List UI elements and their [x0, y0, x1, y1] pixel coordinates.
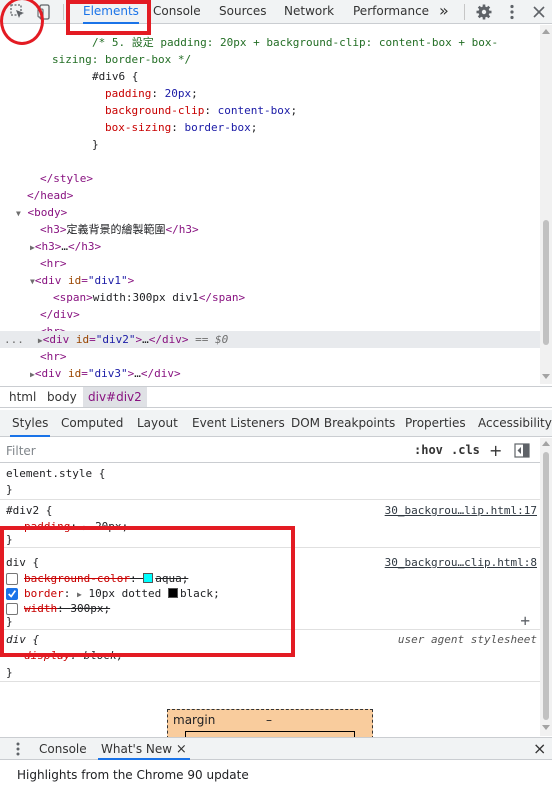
rule-source-user-agent: user agent stylesheet — [397, 633, 537, 646]
dom-line-h3[interactable]: <h3>定義背景的繪製範圍</h3> — [0, 221, 540, 238]
kebab-menu-icon[interactable] — [503, 3, 521, 21]
dom-line-span[interactable]: <span>width:300px div1</span> — [0, 289, 540, 306]
dom-line-div1[interactable]: ▼<div id="div1"> — [0, 272, 540, 289]
head-close-tag: </head> — [27, 189, 74, 202]
dom-line[interactable]: /* 5. 設定 padding: 20px + background-clip… — [0, 34, 540, 51]
dom-scrollbar[interactable] — [540, 25, 552, 384]
scroll-down-arrow-icon[interactable] — [542, 725, 550, 730]
expanded-triangle-icon[interactable]: ▼ — [16, 209, 21, 218]
css-comment: /* 5. 設定 padding: 20px + background-clip… — [92, 36, 499, 49]
breadcrumb-item-div2[interactable]: div#div2 — [83, 387, 147, 407]
close-tab-icon[interactable]: × — [176, 742, 187, 757]
h3-text: 定義背景的繪製範圍 — [66, 223, 166, 236]
dom-line-hr[interactable]: <hr> — [0, 255, 540, 272]
span-text: width:300px div1 — [92, 291, 199, 304]
gear-icon[interactable] — [475, 3, 493, 21]
add-declaration-button[interactable]: + — [520, 611, 530, 630]
more-tabs-button[interactable]: » — [439, 0, 449, 24]
dom-line[interactable]: </style> — [0, 170, 540, 187]
class-toggle-button[interactable]: .cls — [451, 442, 480, 459]
hover-state-button[interactable]: :hov — [414, 442, 443, 459]
dom-line[interactable]: </div> — [0, 306, 540, 323]
drawer-tab-whats-new[interactable]: What's New × — [98, 738, 190, 760]
tab-sources[interactable]: Sources — [219, 0, 266, 24]
annotation-box-elements-tab — [66, 0, 151, 35]
css-value: border-box — [184, 121, 251, 134]
dom-tree: /* 5. 設定 padding: 20px + background-clip… — [0, 25, 540, 384]
breadcrumb-item-html[interactable]: html — [4, 387, 41, 407]
css-comment: sizing: border-box */ — [52, 53, 192, 66]
dom-line-div2-selected[interactable]: ... ▶<div id="div2">…</div> == $0 — [0, 331, 540, 348]
close-icon[interactable] — [530, 3, 548, 21]
tab-dom-breakpoints[interactable]: DOM Breakpoints — [291, 410, 395, 437]
scroll-down-arrow-icon[interactable] — [542, 374, 550, 379]
dom-line[interactable]: background-clip: content-box; — [0, 102, 540, 119]
css-value: content-box — [217, 104, 291, 117]
selected-marker: == $0 — [195, 333, 229, 346]
breadcrumb: html body div#div2 — [0, 386, 552, 408]
css-value: 20px — [164, 87, 192, 100]
dom-line-body[interactable]: ▼ <body> — [0, 204, 540, 221]
rule-source-link[interactable]: 30_backgrou…clip.html:8 — [385, 555, 537, 571]
dom-line[interactable]: box-sizing: border-box; — [0, 119, 540, 136]
tab-performance[interactable]: Performance — [353, 0, 429, 24]
drawer-tab-bar: Console What's New × × — [0, 737, 552, 760]
toggle-sidebar-icon[interactable] — [514, 443, 530, 458]
whats-new-highlight: Highlights from the Chrome 90 update — [17, 768, 249, 782]
dom-line[interactable]: #div6 { — [0, 68, 540, 85]
box-model-margin-value[interactable]: – — [266, 713, 272, 727]
filter-input[interactable] — [6, 442, 386, 459]
scroll-up-arrow-icon[interactable] — [542, 29, 550, 34]
css-brace: } — [92, 138, 99, 151]
rule-source-link[interactable]: 30_backgrou…lip.html:17 — [385, 503, 537, 519]
tab-accessibility[interactable]: Accessibility — [478, 410, 552, 437]
styles-filter-bar: :hov .cls + — [0, 438, 540, 463]
rule-brace: } — [6, 483, 13, 496]
drawer-content: Highlights from the Chrome 90 update — [0, 761, 552, 796]
css-property: background-clip — [105, 104, 205, 117]
style-close-tag: </style> — [40, 172, 93, 185]
dom-line[interactable]: padding: 20px; — [0, 85, 540, 102]
toolbar-separator — [63, 4, 64, 20]
dom-line-h3-collapsed[interactable]: ▶<h3>…</h3> — [0, 238, 540, 255]
tab-layout[interactable]: Layout — [137, 410, 178, 437]
rule-selector: element.style { — [6, 467, 106, 480]
tab-console[interactable]: Console — [153, 0, 201, 24]
dom-line[interactable]: </head> — [0, 187, 540, 204]
styles-scrollbar[interactable] — [540, 438, 552, 736]
box-model-label: margin — [173, 713, 216, 727]
tab-network[interactable]: Network — [284, 0, 334, 24]
dom-line-hr[interactable]: <hr> — [0, 348, 540, 365]
css-property: box-sizing — [105, 121, 172, 134]
close-drawer-icon[interactable]: × — [533, 738, 546, 760]
dom-line-div3[interactable]: ▶<div id="div3">…</div> — [0, 365, 540, 382]
box-model-margin[interactable]: margin – — [167, 709, 373, 741]
tab-event-listeners[interactable]: Event Listeners — [192, 410, 285, 437]
rule-brace: } — [6, 666, 13, 679]
styles-scrollbar-thumb[interactable] — [543, 452, 549, 720]
toolbar-separator — [464, 4, 465, 20]
body-open-tag: <body> — [27, 206, 68, 219]
dom-scrollbar-thumb[interactable] — [543, 220, 549, 345]
drawer-menu-icon[interactable] — [14, 741, 22, 757]
annotation-box-div-rule — [0, 526, 295, 657]
tab-styles[interactable]: Styles — [9, 410, 51, 437]
dom-line[interactable]: } — [0, 136, 540, 153]
dom-actions-dots[interactable]: ... — [4, 333, 24, 346]
new-style-rule-button[interactable]: + — [489, 442, 502, 459]
rule-element-style[interactable]: element.style { } — [0, 464, 540, 500]
drawer-tab-console[interactable]: Console — [39, 738, 87, 760]
css-property: padding — [105, 87, 152, 100]
css-selector: #div6 { — [92, 70, 139, 83]
scroll-up-arrow-icon[interactable] — [542, 441, 550, 446]
styles-tab-bar: Styles Computed Layout Event Listeners D… — [0, 410, 552, 437]
tab-properties[interactable]: Properties — [405, 410, 466, 437]
rule-selector: #div2 { — [6, 504, 53, 517]
breadcrumb-item-body[interactable]: body — [42, 387, 82, 407]
dom-line[interactable]: sizing: border-box */ — [0, 51, 540, 68]
tab-computed[interactable]: Computed — [61, 410, 123, 437]
